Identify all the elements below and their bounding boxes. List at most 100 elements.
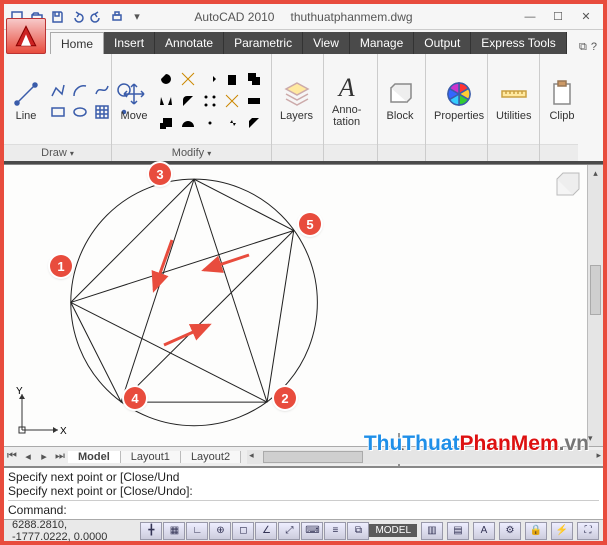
chamfer-icon[interactable] [244, 113, 264, 133]
panel-draw-title[interactable]: Draw [4, 144, 111, 161]
app-menu-button[interactable] [6, 18, 46, 54]
ucs-icon: X Y [14, 388, 64, 438]
quickview-drawings-icon[interactable]: ▤ [447, 522, 469, 540]
qat-print-icon[interactable] [108, 8, 126, 26]
tab-focus-icon[interactable]: ⧉ [579, 41, 587, 54]
scroll-up-icon[interactable]: ▴ [588, 165, 603, 181]
break-icon[interactable] [222, 113, 242, 133]
vertex-marker-4: 4 [124, 387, 146, 409]
mirror-icon[interactable] [156, 91, 176, 111]
osnap-toggle-icon[interactable]: ◻ [232, 522, 254, 540]
annoscale-icon[interactable]: A [473, 522, 495, 540]
construction-arrows [4, 165, 587, 431]
ellipse-icon[interactable] [70, 102, 90, 122]
panel-clipboard-title [540, 144, 578, 161]
trim-icon[interactable] [178, 69, 198, 89]
dyn-toggle-icon[interactable]: ⌨ [301, 522, 323, 540]
vertical-scrollbar[interactable]: ▴ ▾ [587, 165, 603, 446]
annotation-button[interactable]: A Anno- tation [328, 72, 365, 130]
command-window[interactable]: Specify next point or [Close/Und Specify… [4, 466, 603, 519]
tab-nav-next-icon[interactable]: ▸ [36, 450, 52, 463]
tab-model[interactable]: Model [68, 451, 121, 463]
arc-icon[interactable] [70, 80, 90, 100]
grid-toggle-icon[interactable]: ▦ [163, 522, 185, 540]
ribbon: Line Draw Move [4, 54, 603, 164]
title-bar: ▾ AutoCAD 2010 thuthuatphanmem.dwg — ☐ ✕ [4, 4, 603, 30]
space-indicator[interactable]: MODEL [369, 524, 417, 537]
spline-icon[interactable] [92, 80, 112, 100]
panel-utilities: Utilities [488, 54, 540, 161]
minimize-button[interactable]: — [517, 8, 543, 26]
panel-annotation-title [324, 144, 377, 161]
otrack-toggle-icon[interactable]: ∠ [255, 522, 277, 540]
rectangle-icon[interactable] [48, 102, 68, 122]
tab-nav-prev-icon[interactable]: ◂ [20, 450, 36, 463]
snap-toggle-icon[interactable]: ╋ [140, 522, 162, 540]
rotate-icon[interactable] [156, 69, 176, 89]
tab-express[interactable]: Express Tools [471, 32, 566, 54]
command-prompt[interactable]: Command: [8, 500, 599, 517]
hscroll-thumb[interactable] [263, 451, 363, 463]
tab-parametric[interactable]: Parametric [224, 32, 303, 54]
array-icon[interactable] [200, 91, 220, 111]
drawing-area[interactable]: 1 2 3 4 5 X Y ▴ ▾ [4, 164, 603, 446]
tab-nav-last-icon[interactable]: ⏭ [52, 450, 68, 463]
tab-layout2[interactable]: Layout2 [181, 451, 241, 463]
layers-icon [283, 80, 311, 108]
tab-nav-first-icon[interactable]: ⏮ [4, 450, 20, 463]
tab-layout1[interactable]: Layout1 [121, 451, 181, 463]
vertex-marker-2: 2 [274, 387, 296, 409]
polar-toggle-icon[interactable]: ⊕ [209, 522, 231, 540]
polyline-icon[interactable] [48, 80, 68, 100]
qat-undo-icon[interactable] [68, 8, 86, 26]
tab-home[interactable]: Home [50, 32, 104, 54]
erase-icon[interactable] [222, 69, 242, 89]
clipboard-button[interactable]: Clipb [544, 78, 580, 124]
maximize-button[interactable]: ☐ [545, 8, 571, 26]
line-button[interactable]: Line [8, 78, 44, 124]
color-wheel-icon [445, 80, 473, 108]
qat-dropdown-icon[interactable]: ▾ [128, 8, 146, 26]
close-button[interactable]: ✕ [573, 8, 599, 26]
workspace-icon[interactable]: ⚙ [499, 522, 521, 540]
layers-label: Layers [280, 110, 313, 122]
command-history-line: Specify next point or [Close/Undo]: [8, 484, 599, 498]
hardware-accel-icon[interactable]: ⚡ [551, 522, 573, 540]
lwt-toggle-icon[interactable]: ≡ [324, 522, 346, 540]
line-icon [12, 80, 40, 108]
toolbar-lock-icon[interactable]: 🔒 [525, 522, 547, 540]
ducs-toggle-icon[interactable]: ⤢ [278, 522, 300, 540]
copy-icon[interactable] [244, 69, 264, 89]
qat-redo-icon[interactable] [88, 8, 106, 26]
utilities-button[interactable]: Utilities [492, 78, 535, 124]
panel-properties: Properties [426, 54, 488, 161]
layers-button[interactable]: Layers [276, 78, 317, 124]
block-button[interactable]: Block [382, 78, 418, 124]
join-icon[interactable] [200, 113, 220, 133]
viewcube-icon[interactable] [553, 171, 581, 199]
quickview-layouts-icon[interactable]: ▥ [421, 522, 443, 540]
ortho-toggle-icon[interactable]: ∟ [186, 522, 208, 540]
scale-icon[interactable] [156, 113, 176, 133]
explode-icon[interactable] [222, 91, 242, 111]
tab-view[interactable]: View [303, 32, 350, 54]
qat-save-icon[interactable] [48, 8, 66, 26]
modify-flyout-icons [156, 69, 264, 133]
tab-output[interactable]: Output [414, 32, 471, 54]
qp-toggle-icon[interactable]: ⧉ [347, 522, 369, 540]
clean-screen-icon[interactable]: ⛶ [577, 522, 599, 540]
tab-insert[interactable]: Insert [104, 32, 155, 54]
move-button[interactable]: Move [116, 78, 152, 124]
tab-help-icon[interactable]: ? [591, 41, 597, 54]
offset-icon[interactable] [178, 113, 198, 133]
panel-modify-title[interactable]: Modify [112, 144, 271, 161]
fillet-icon[interactable] [178, 91, 198, 111]
extend-icon[interactable] [200, 69, 220, 89]
tab-manage[interactable]: Manage [350, 32, 414, 54]
stretch-icon[interactable] [244, 91, 264, 111]
tab-annotate[interactable]: Annotate [155, 32, 224, 54]
properties-button[interactable]: Properties [430, 78, 488, 124]
scroll-thumb[interactable] [590, 265, 601, 315]
panel-block: Block [378, 54, 426, 161]
hatch-icon[interactable] [92, 102, 112, 122]
